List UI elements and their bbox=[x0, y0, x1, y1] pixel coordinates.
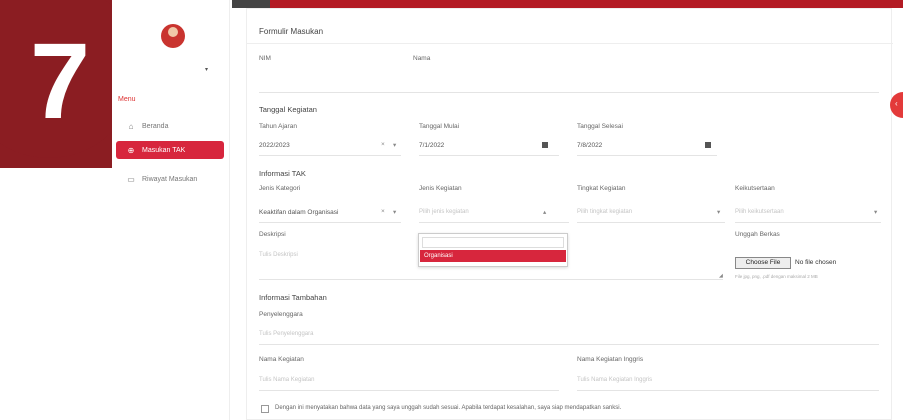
field-line bbox=[577, 155, 717, 156]
field-line bbox=[259, 279, 723, 280]
field-line bbox=[419, 222, 569, 223]
sidebar-item-label: Masukan TAK bbox=[142, 146, 186, 154]
tahun-ajaran-label: Tahun Ajaran bbox=[259, 123, 297, 130]
field-line bbox=[735, 222, 881, 223]
chevron-down-icon[interactable]: ▾ bbox=[205, 66, 208, 73]
nama-kegiatan-input[interactable]: Tulis Nama Kegiatan bbox=[259, 377, 314, 383]
sidebar-item-beranda[interactable]: ⌂ Beranda bbox=[116, 117, 224, 135]
info-tak-section-title: Informasi TAK bbox=[259, 169, 306, 178]
tanggal-mulai-label: Tanggal Mulai bbox=[419, 123, 460, 130]
chevron-up-icon[interactable]: ▴ bbox=[543, 208, 546, 216]
nim-nama-field-line bbox=[259, 92, 879, 93]
tanggal-mulai-input[interactable]: 7/1/2022 bbox=[419, 142, 444, 149]
penyelenggara-input[interactable]: Tulis Penyelenggara bbox=[259, 331, 313, 337]
page-title: Formulir Masukan bbox=[259, 27, 324, 36]
nama-label: Nama bbox=[413, 55, 431, 62]
choose-file-button[interactable]: Choose File bbox=[735, 257, 791, 269]
jenis-kategori-select[interactable]: Keaktifan dalam Organisasi bbox=[259, 209, 339, 216]
clear-icon[interactable]: × bbox=[381, 141, 385, 148]
home-icon: ⌂ bbox=[128, 121, 134, 131]
file-hint: File jpg, png, .pdf dengan maksimal 2 MB bbox=[735, 274, 818, 279]
field-line bbox=[259, 222, 401, 223]
chevron-down-icon[interactable]: ▾ bbox=[874, 208, 877, 216]
chevron-down-icon[interactable]: ▾ bbox=[393, 208, 396, 216]
info-tambahan-section-title: Informasi Tambahan bbox=[259, 293, 327, 302]
chevron-left-icon: ‹ bbox=[895, 99, 898, 108]
jenis-kegiatan-label: Jenis Kegiatan bbox=[419, 185, 462, 192]
tingkat-kegiatan-select[interactable]: Pilih tingkat kegiatan bbox=[577, 209, 632, 215]
plus-circle-icon: ⊕ bbox=[127, 145, 135, 155]
form-card: Formulir Masukan NIM Nama Tanggal Kegiat… bbox=[246, 8, 893, 420]
consent-checkbox[interactable] bbox=[261, 405, 269, 413]
sidebar: ▾ Menu ⌂ Beranda ⊕ Masukan TAK ▭ Riwayat… bbox=[112, 0, 230, 420]
unggah-label: Unggah Berkas bbox=[735, 231, 780, 238]
dropdown-search-input[interactable] bbox=[422, 237, 564, 248]
jenis-kegiatan-select[interactable]: Pilih jenis kegiatan bbox=[419, 209, 469, 215]
sidebar-item-riwayat[interactable]: ▭ Riwayat Masukan bbox=[116, 170, 224, 188]
field-line bbox=[259, 344, 879, 345]
sidebar-item-label: Beranda bbox=[142, 122, 169, 130]
resize-handle-icon[interactable]: ◢ bbox=[719, 273, 723, 279]
menu-title: Menu bbox=[118, 96, 136, 103]
sidebar-item-label: Riwayat Masukan bbox=[142, 175, 198, 183]
calendar-icon[interactable] bbox=[542, 142, 548, 148]
tanggal-selesai-input[interactable]: 7/8/2022 bbox=[577, 142, 602, 149]
penyelenggara-label: Penyelenggara bbox=[259, 311, 303, 318]
nama-kegiatan-inggris-input[interactable]: Tulis Nama Kegiatan Inggris bbox=[577, 377, 652, 383]
keikutsertaan-select[interactable]: Pilih keikutsertaan bbox=[735, 209, 784, 215]
step-number: 7 bbox=[30, 20, 91, 141]
chevron-down-icon[interactable]: ▾ bbox=[393, 141, 396, 149]
tanggal-section-title: Tanggal Kegiatan bbox=[259, 105, 317, 114]
keikutsertaan-label: Keikutsertaan bbox=[735, 185, 775, 192]
dropdown-option[interactable]: Organisasi bbox=[420, 250, 566, 262]
nim-label: NIM bbox=[259, 55, 271, 62]
divider bbox=[247, 43, 893, 44]
field-line bbox=[259, 390, 559, 391]
field-line bbox=[577, 390, 879, 391]
nama-kegiatan-label: Nama Kegiatan bbox=[259, 356, 304, 363]
jenis-kategori-label: Jenis Kategori bbox=[259, 185, 301, 192]
sidebar-item-masukan-tak[interactable]: ⊕ Masukan TAK bbox=[116, 141, 224, 159]
nama-kegiatan-inggris-label: Nama Kegiatan Inggris bbox=[577, 356, 644, 363]
calendar-icon[interactable] bbox=[705, 142, 711, 148]
consent-text: Dengan ini menyatakan bahwa data yang sa… bbox=[275, 405, 622, 411]
tanggal-selesai-label: Tanggal Selesai bbox=[577, 123, 623, 130]
tingkat-kegiatan-label: Tingkat Kegiatan bbox=[577, 185, 626, 192]
field-line bbox=[259, 155, 401, 156]
chevron-down-icon[interactable]: ▾ bbox=[717, 208, 720, 216]
field-line bbox=[577, 222, 725, 223]
clear-icon[interactable]: × bbox=[381, 208, 385, 215]
deskripsi-label: Deskripsi bbox=[259, 231, 286, 238]
deskripsi-textarea[interactable]: Tulis Deskripsi bbox=[259, 252, 298, 258]
tahun-ajaran-select[interactable]: 2022/2023 bbox=[259, 142, 290, 149]
file-status: No file chosen bbox=[795, 259, 837, 266]
folder-icon: ▭ bbox=[127, 174, 135, 184]
field-line bbox=[419, 155, 559, 156]
jenis-kegiatan-dropdown: Organisasi bbox=[418, 233, 568, 267]
top-bar-accent bbox=[270, 0, 903, 8]
avatar[interactable] bbox=[161, 24, 185, 48]
